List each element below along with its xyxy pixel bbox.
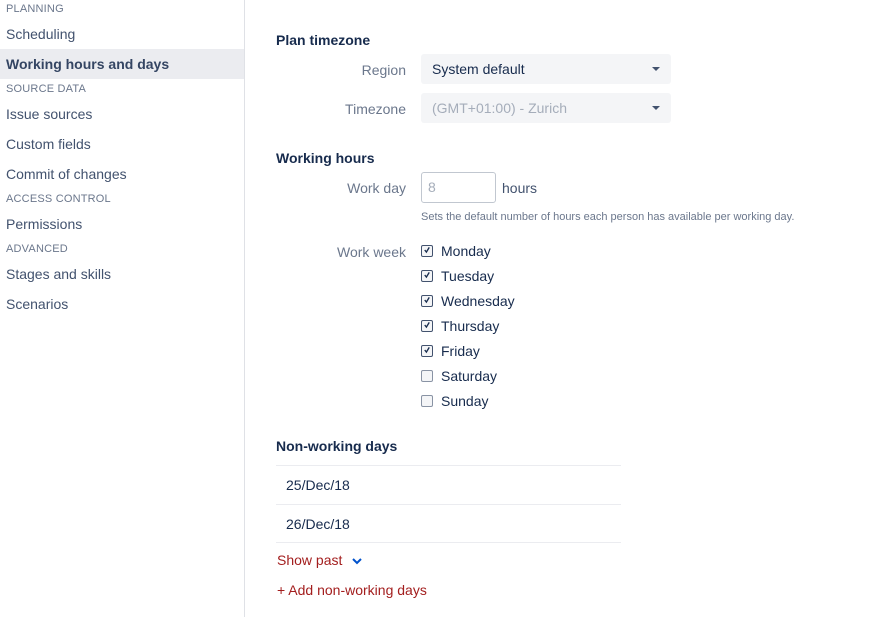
- section-heading-advanced: ADVANCED: [6, 243, 68, 255]
- non-working-day-row: 25/Dec/18: [276, 465, 621, 504]
- caret-down-icon: [652, 67, 660, 71]
- day-label: Saturday: [441, 368, 498, 384]
- sidebar-item-working-hours-and-days[interactable]: Working hours and days: [0, 49, 244, 79]
- checkbox[interactable]: [421, 395, 433, 407]
- checkmark-icon: [424, 347, 430, 354]
- checkbox[interactable]: [421, 245, 433, 257]
- region-select[interactable]: System default: [421, 54, 671, 84]
- day-label: Sunday: [441, 393, 489, 409]
- checkbox[interactable]: [421, 270, 433, 282]
- caret-down-icon: [652, 106, 660, 110]
- hours-unit-label: hours: [502, 180, 538, 196]
- section-heading-planning: PLANNING: [6, 3, 64, 15]
- sidebar-item-custom-fields[interactable]: Custom fields: [0, 129, 244, 159]
- non-working-days-heading: Non-working days: [276, 438, 398, 454]
- plan-timezone-heading: Plan timezone: [276, 32, 371, 48]
- sidebar-item-permissions[interactable]: Permissions: [0, 209, 244, 239]
- checkmark-icon: [424, 297, 430, 304]
- settings-sidebar: PLANNING Scheduling Working hours and da…: [0, 0, 245, 617]
- timezone-select[interactable]: (GMT+01:00) - Zurich: [421, 93, 671, 123]
- non-working-day-date: 26/Dec/18: [286, 516, 350, 532]
- sidebar-item-issue-sources[interactable]: Issue sources: [0, 99, 244, 129]
- day-label: Thursday: [441, 318, 500, 334]
- sidebar-item-commit-of-changes[interactable]: Commit of changes: [0, 159, 244, 189]
- non-working-day-row: 26/Dec/18: [276, 504, 621, 543]
- add-non-working-days-link[interactable]: + Add non-working days: [277, 582, 427, 598]
- work-day-hours-input[interactable]: 8: [421, 172, 496, 203]
- timezone-label: Timezone: [345, 101, 406, 117]
- section-heading-access-control: ACCESS CONTROL: [6, 193, 111, 205]
- working-hours-heading: Working hours: [276, 150, 375, 166]
- checkmark-icon: [424, 272, 430, 279]
- work-day-helper-text: Sets the default number of hours each pe…: [421, 211, 795, 223]
- sidebar-item-stages-and-skills[interactable]: Stages and skills: [0, 259, 244, 289]
- day-label: Monday: [441, 243, 491, 259]
- show-past-label: Show past: [277, 552, 343, 568]
- checkmark-icon: [424, 247, 430, 254]
- sidebar-item-scenarios[interactable]: Scenarios: [0, 289, 244, 319]
- chevron-down-icon: [352, 558, 362, 565]
- day-label: Tuesday: [441, 268, 495, 284]
- timezone-select-value: (GMT+01:00) - Zurich: [432, 100, 567, 116]
- checkbox[interactable]: [421, 345, 433, 357]
- checkmark-icon: [424, 322, 430, 329]
- day-label: Wednesday: [441, 293, 515, 309]
- checkbox[interactable]: [421, 320, 433, 332]
- checkbox[interactable]: [421, 295, 433, 307]
- section-heading-source-data: SOURCE DATA: [6, 83, 87, 95]
- day-label: Friday: [441, 343, 480, 359]
- work-day-label: Work day: [347, 180, 406, 196]
- region-select-value: System default: [432, 61, 525, 77]
- sidebar-item-scheduling[interactable]: Scheduling: [0, 19, 244, 49]
- work-week-label: Work week: [337, 244, 406, 260]
- checkbox[interactable]: [421, 370, 433, 382]
- non-working-day-date: 25/Dec/18: [286, 477, 350, 493]
- show-past-link[interactable]: Show past: [277, 552, 362, 568]
- region-label: Region: [361, 62, 406, 78]
